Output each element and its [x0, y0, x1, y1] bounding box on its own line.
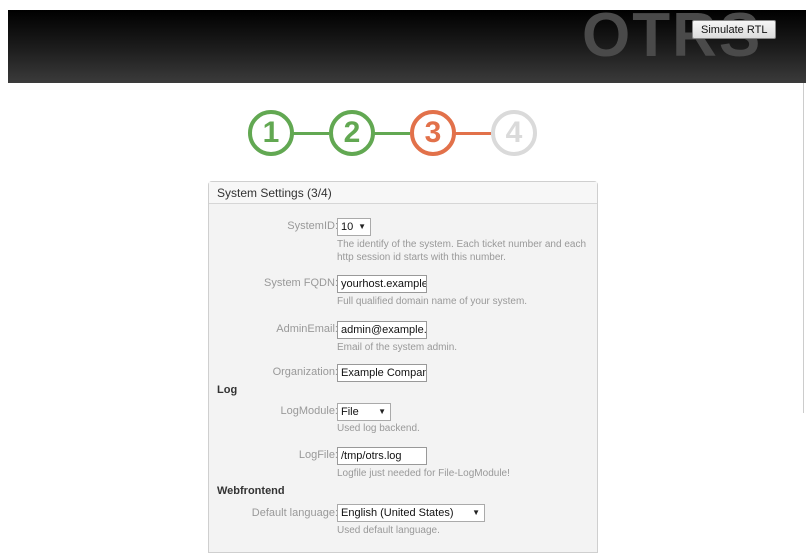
- log-module-value: File: [341, 406, 359, 418]
- step-3-icon: 3: [410, 110, 456, 156]
- step-2-icon: 2: [329, 110, 375, 156]
- log-section-heading: Log: [217, 384, 238, 396]
- admin-email-input[interactable]: admin@example.c: [337, 321, 427, 339]
- step-connector: [374, 132, 410, 135]
- default-language-value: English (United States): [341, 507, 454, 519]
- step-connector: [455, 132, 491, 135]
- default-language-hint: Used default language.: [337, 525, 440, 536]
- default-language-label: Default language:: [251, 507, 338, 519]
- chevron-down-icon: ▼: [472, 508, 480, 517]
- fqdn-hint: Full qualified domain name of your syste…: [337, 296, 528, 307]
- fqdn-input[interactable]: yourhost.example.c: [337, 275, 427, 293]
- fqdn-label: System FQDN:: [264, 277, 338, 289]
- log-module-label: LogModule:: [280, 405, 339, 417]
- default-language-select[interactable]: English (United States) ▼: [337, 504, 485, 522]
- step-4-icon: 4: [491, 110, 537, 156]
- system-settings-panel: System Settings (3/4) SystemID: 10 ▼ The…: [208, 181, 598, 553]
- webfrontend-section-heading: Webfrontend: [217, 485, 285, 497]
- log-file-input[interactable]: /tmp/otrs.log: [337, 447, 427, 465]
- organization-input[interactable]: Example Company: [337, 364, 427, 382]
- panel-title: System Settings (3/4): [209, 182, 597, 204]
- chevron-down-icon: ▼: [358, 222, 366, 231]
- log-file-hint: Logfile just needed for File-LogModule!: [337, 468, 510, 479]
- organization-label: Organization:: [272, 366, 338, 378]
- admin-email-hint: Email of the system admin.: [337, 342, 458, 353]
- log-module-select[interactable]: File ▼: [337, 403, 391, 421]
- installer-steps: 1 2 3 4: [248, 110, 548, 162]
- simulate-rtl-button[interactable]: Simulate RTL: [692, 20, 777, 39]
- step-1-icon: 1: [248, 110, 294, 156]
- admin-email-label: AdminEmail:: [276, 323, 338, 335]
- chevron-down-icon: ▼: [378, 407, 386, 416]
- step-connector: [293, 132, 329, 135]
- scroll-edge: [803, 83, 804, 413]
- system-id-value: 10: [341, 221, 354, 233]
- system-id-hint: The identify of the system. Each ticket …: [337, 239, 587, 263]
- header-bar: OTRS Simulate RTL: [8, 10, 806, 83]
- system-id-label: SystemID:: [287, 220, 338, 232]
- log-file-label: LogFile:: [298, 449, 338, 461]
- log-module-hint: Used log backend.: [337, 423, 420, 434]
- system-id-select[interactable]: 10 ▼: [337, 218, 371, 236]
